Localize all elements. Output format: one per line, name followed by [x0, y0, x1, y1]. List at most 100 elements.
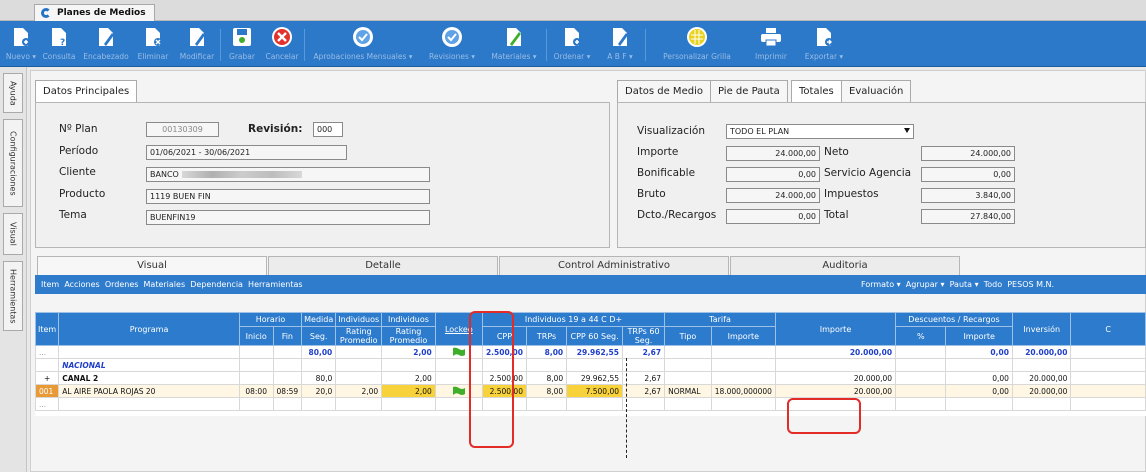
tab-planes-de-medios[interactable]: Planes de Medios: [34, 4, 155, 21]
cell-importe-tarifa[interactable]: 18.000,000000: [710, 384, 776, 398]
tema-field[interactable]: BUENFIN19: [146, 210, 430, 225]
revision-field[interactable]: 000: [313, 122, 343, 137]
dcto-recargos-field[interactable]: 0,00: [726, 209, 820, 224]
tab-datos-principales[interactable]: Datos Principales: [35, 80, 138, 102]
cell-importe-descuento[interactable]: 0,00: [945, 384, 1013, 398]
tab-datos-de-medio[interactable]: Datos de Medio: [617, 80, 711, 102]
col-pct[interactable]: %: [895, 326, 947, 346]
col-rating-1[interactable]: Rating Promedio: [335, 326, 383, 346]
tab-auditoria[interactable]: Auditoria: [730, 256, 960, 275]
neto-field[interactable]: 24.000,00: [921, 146, 1015, 161]
cell-trps60[interactable]: 2,67: [621, 384, 666, 398]
table-row[interactable]: ... 80,00 2,00 2.500,00 8,00 29.962,55 2…: [35, 345, 1146, 359]
bruto-field[interactable]: 24.000,00: [726, 188, 820, 203]
impuestos-field[interactable]: 3.840,00: [921, 188, 1015, 203]
tab-totales[interactable]: Totales: [791, 80, 842, 102]
sidebar-tab-configuraciones[interactable]: Configuraciones: [3, 119, 23, 207]
lockeo-highlight: [469, 311, 514, 448]
personalizar-grilla-button[interactable]: Personalizar Grilla: [649, 21, 745, 67]
periodo-field[interactable]: 01/06/2021 - 30/06/2021: [146, 145, 347, 160]
col-tipo[interactable]: Tipo: [664, 326, 712, 346]
cell-cpp60[interactable]: 7.500,00: [566, 384, 623, 398]
col-rating-2[interactable]: Rating Promedio: [381, 326, 436, 346]
col-item[interactable]: Item: [35, 312, 60, 346]
col-cpp60[interactable]: CPP 60 Seg.: [566, 326, 623, 346]
order-icon: [561, 26, 583, 48]
cell-extra[interactable]: [1070, 384, 1146, 398]
cell-item[interactable]: 001: [35, 384, 60, 398]
menu-pauta[interactable]: Pauta ▾: [950, 280, 979, 289]
menu-item[interactable]: Item: [41, 280, 59, 289]
menu-acciones[interactable]: Acciones: [64, 280, 99, 289]
menu-materiales[interactable]: Materiales: [144, 280, 186, 289]
col-importe-tarifa[interactable]: Importe: [710, 326, 776, 346]
cell-pct[interactable]: [895, 384, 947, 398]
revision-label: Revisión:: [248, 123, 303, 135]
menu-todo[interactable]: Todo: [984, 280, 1002, 289]
total-field[interactable]: 27.840,00: [921, 209, 1015, 224]
cell-tipo[interactable]: NORMAL: [664, 384, 712, 398]
col-trps[interactable]: TRPs: [525, 326, 568, 346]
cliente-field[interactable]: BANCO: [146, 167, 430, 182]
materiales-button[interactable]: Materiales ▾: [484, 21, 547, 67]
col-fin[interactable]: Fin: [272, 326, 303, 346]
col-programa[interactable]: Programa: [58, 312, 240, 346]
nplan-field[interactable]: 00130309: [146, 122, 219, 137]
menu-herramientas[interactable]: Herramientas: [248, 280, 303, 289]
table-row[interactable]: NACIONAL: [35, 358, 1146, 372]
menu-ordenes[interactable]: Ordenes: [105, 280, 139, 289]
cancelar-button[interactable]: Cancelar: [262, 21, 305, 67]
col-inicio[interactable]: Inicio: [238, 326, 274, 346]
menu-agrupar[interactable]: Agrupar ▾: [906, 280, 945, 289]
exportar-button[interactable]: Exportar ▾: [797, 21, 851, 67]
col-seg[interactable]: Seg.: [301, 326, 337, 346]
table-row[interactable]: + CANAL 2 80,0 2,00 2.500,00 8,00 29.962…: [35, 371, 1146, 385]
tab-control-administrativo[interactable]: Control Administrativo: [499, 256, 729, 275]
col-importe-descuento[interactable]: Importe: [945, 326, 1013, 346]
sidebar-tab-herramientas[interactable]: Herramientas: [3, 261, 23, 331]
cell-fin[interactable]: 08:59: [272, 384, 303, 398]
nuevo-button[interactable]: Nuevo ▾: [4, 21, 38, 67]
cell-inicio[interactable]: 08:00: [238, 384, 274, 398]
eliminar-button[interactable]: Eliminar: [133, 21, 173, 67]
col-extra[interactable]: C: [1070, 312, 1146, 346]
tab-evaluacion[interactable]: Evaluación: [841, 80, 912, 102]
cell-rating-1[interactable]: 2,00: [335, 384, 383, 398]
servicio-agencia-field[interactable]: 0,00: [921, 167, 1015, 182]
ordenar-button[interactable]: Ordenar ▾: [549, 21, 595, 67]
cell-importe-descuento: 0,00: [945, 371, 1013, 385]
col-inversion[interactable]: Inversión: [1011, 312, 1072, 346]
grabar-button[interactable]: Grabar: [224, 21, 260, 67]
col-importe[interactable]: Importe: [774, 312, 897, 346]
currency-label: PESOS M.N.: [1007, 280, 1055, 289]
sidebar-tab-ayuda[interactable]: Ayuda: [3, 73, 23, 113]
cell-trps[interactable]: 8,00: [525, 384, 568, 398]
cell-item[interactable]: +: [35, 371, 60, 385]
encabezado-button[interactable]: Encabezado: [83, 21, 129, 67]
visualizacion-select[interactable]: TODO EL PLAN: [726, 124, 914, 139]
cell-inversion[interactable]: 20.000,00: [1011, 384, 1072, 398]
cell-seg[interactable]: 20,0: [301, 384, 337, 398]
tab-detalle[interactable]: Detalle: [268, 256, 498, 275]
table-row-selected[interactable]: 001 AL AIRE PAOLA ROJAS 20 08:00 08:59 2…: [35, 384, 1146, 398]
bonificable-field[interactable]: 0,00: [726, 167, 820, 182]
sidebar-tab-visual[interactable]: Visual: [3, 213, 23, 255]
producto-field[interactable]: 1119 BUEN FIN: [146, 189, 430, 204]
tab-visual[interactable]: Visual: [37, 256, 267, 275]
cell-importe[interactable]: 20.000,00: [774, 384, 897, 398]
col-trps60[interactable]: TRPs 60 Seg.: [621, 326, 666, 346]
cell-programa[interactable]: AL AIRE PAOLA ROJAS 20: [58, 384, 240, 398]
aprobaciones-mensuales-button[interactable]: Aprobaciones Mensuales ▾: [308, 21, 418, 67]
tab-pie-de-pauta[interactable]: Pie de Pauta: [710, 80, 788, 102]
menu-formato[interactable]: Formato ▾: [861, 280, 901, 289]
cell-rating-2[interactable]: 2,00: [381, 384, 436, 398]
table-row[interactable]: ...: [35, 397, 1146, 411]
imprimir-button[interactable]: Imprimir: [747, 21, 795, 67]
menu-dependencia[interactable]: Dependencia: [190, 280, 243, 289]
consulta-button[interactable]: ? Consulta: [40, 21, 78, 67]
abf-button[interactable]: A B F ▾: [597, 21, 646, 67]
cell-tipo: [664, 345, 712, 359]
modificar-button[interactable]: Modificar: [176, 21, 221, 67]
importe-field[interactable]: 24.000,00: [726, 146, 820, 161]
revisiones-button[interactable]: Revisiones ▾: [420, 21, 484, 67]
